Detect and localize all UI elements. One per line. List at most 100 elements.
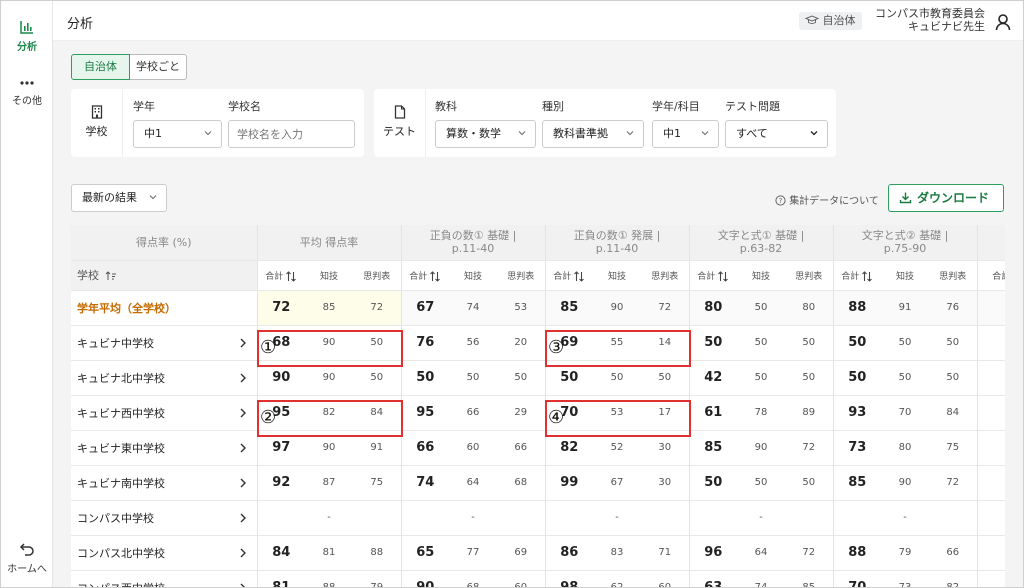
score-cell: - xyxy=(544,500,690,536)
total-score-cell: 50 xyxy=(832,360,882,396)
chevron-down-icon xyxy=(701,131,709,136)
results-table-container[interactable]: 得点率 (%) 平均 得点率 正負の数① 基礎 | p.11-40 正負の数① 発展 … xyxy=(71,225,1005,588)
chevron-right-icon xyxy=(240,548,246,557)
test-problem-select[interactable]: すべて xyxy=(725,120,828,148)
score-cell: 68 xyxy=(449,570,498,587)
grade-subject-select[interactable]: 中1 xyxy=(652,120,719,148)
score-cell: 91 xyxy=(881,290,930,326)
sub-header: 思判表 xyxy=(353,260,402,291)
type-select[interactable]: 教科書準拠 xyxy=(542,120,644,148)
table-row[interactable]: コンパス北中学校 84 81 88 65 77 69 86 83 71 96 64 72 88 79 66 xyxy=(71,535,1005,571)
score-cell: 56 xyxy=(449,325,498,361)
group-header-title: 文字 xyxy=(978,229,1005,242)
school-name-input[interactable] xyxy=(228,120,355,148)
sort-total-header[interactable]: 合計 xyxy=(976,260,1005,291)
score-cell: 50 xyxy=(881,325,930,361)
table-row[interactable]: 学年平均（全学校） 72 85 72 67 74 53 85 90 72 80 50 80 88 91 76 xyxy=(71,290,1005,326)
tab-per-school[interactable]: 学校ごと xyxy=(130,54,187,80)
grade-select[interactable]: 中1 xyxy=(133,120,222,148)
table-row[interactable]: キュビナ中学校 68 90 50 76 56 20 69 55 14 50 50 50 50 50 50 xyxy=(71,325,1005,361)
download-button[interactable]: ダウンロード xyxy=(888,184,1004,212)
annotation-1: ① xyxy=(260,337,277,358)
score-cell xyxy=(976,430,1005,466)
school-name-cell[interactable]: キュビナ東中学校 xyxy=(71,430,257,466)
score-cell: 77 xyxy=(449,535,498,571)
total-score-cell: 76 xyxy=(400,325,450,361)
tab-municipality[interactable]: 自治体 xyxy=(71,54,130,80)
user-icon[interactable] xyxy=(995,13,1011,31)
school-name: コンパス西中学校 xyxy=(77,581,165,588)
sort-asc-icon xyxy=(105,271,116,280)
sort-total-header[interactable]: 合計 xyxy=(832,260,882,291)
type-label: 種別 xyxy=(542,100,564,113)
chevron-right-icon xyxy=(240,373,246,382)
score-cell: 60 xyxy=(497,570,546,587)
school-name-cell[interactable]: コンパス北中学校 xyxy=(71,535,257,571)
sub-header-label: 合計 xyxy=(409,271,428,282)
school-name: 学年平均（全学校） xyxy=(77,301,176,315)
group-header-title: 正負の数① 基礎 | xyxy=(429,229,517,243)
sort-total-header[interactable]: 合計 xyxy=(256,260,305,291)
group-header-pages: p.11-40 xyxy=(451,242,495,256)
school-name: コンパス中学校 xyxy=(77,511,154,525)
total-score-cell: 82 xyxy=(544,430,594,466)
group-header: 文字と式② 基礎 | p.75-90 xyxy=(832,225,978,261)
score-cell xyxy=(976,570,1005,587)
subject-select[interactable]: 算数・数学 xyxy=(435,120,536,148)
sort-total-header[interactable]: 合計 xyxy=(544,260,594,291)
school-name-cell[interactable]: コンパス中学校 xyxy=(71,500,257,536)
table-row[interactable]: キュビナ東中学校 97 90 91 66 60 66 82 52 30 85 90 72 73 80 75 xyxy=(71,430,1005,466)
score-cell xyxy=(976,500,1005,536)
score-cell: 78 xyxy=(737,395,786,431)
sub-header-label: 知技 xyxy=(464,271,483,282)
sort-total-header[interactable]: 合計 xyxy=(400,260,450,291)
nav-other[interactable]: その他 xyxy=(1,77,53,107)
nav-analysis[interactable]: 分析 xyxy=(1,19,53,53)
school-name-cell[interactable]: キュビナ中学校 xyxy=(71,325,257,361)
group-header: 文字p.75 xyxy=(976,225,1005,261)
score-cell: 64 xyxy=(449,465,498,501)
school-name: コンパス北中学校 xyxy=(77,546,165,560)
school-name-cell[interactable]: キュビナ西中学校 xyxy=(71,395,257,431)
score-cell: 90 xyxy=(737,430,786,466)
score-cell: 90 xyxy=(881,465,930,501)
total-score-cell: 85 xyxy=(832,465,882,501)
results-select[interactable]: 最新の結果 xyxy=(71,184,167,212)
table-row[interactable]: キュビナ北中学校 90 90 50 50 50 50 50 50 50 42 50 50 50 50 50 xyxy=(71,360,1005,396)
org-name: コンパス市教育委員会 xyxy=(875,7,985,20)
school-name-cell[interactable]: コンパス西中学校 xyxy=(71,570,257,588)
school-name-cell[interactable]: キュビナ北中学校 xyxy=(71,360,257,396)
sub-header-label: 合計 xyxy=(992,271,1005,282)
sub-header-label: 思判表 xyxy=(507,271,535,282)
rate-header: 得点率 (%) xyxy=(71,225,257,261)
sort-total-header[interactable]: 合計 xyxy=(688,260,738,291)
school-header[interactable]: 学校 xyxy=(71,260,257,291)
table-row[interactable]: コンパス西中学校 81 88 79 90 68 60 98 62 60 63 74 85 70 73 82 xyxy=(71,570,1005,588)
chevron-right-icon xyxy=(240,583,245,587)
score-cell: 71 xyxy=(641,535,690,571)
sub-header-label: 知技 xyxy=(608,271,627,282)
chevron-down-icon xyxy=(810,131,818,136)
sub-header: 知技 xyxy=(449,260,498,291)
nav-home[interactable]: ホームへ xyxy=(1,541,53,575)
about-data-link[interactable]: ? 集計データについて xyxy=(775,192,879,207)
help-icon: ? xyxy=(775,195,786,206)
subject-label: 教科 xyxy=(435,100,457,113)
annotation-3: ③ xyxy=(548,337,565,358)
score-cell: 50 xyxy=(785,360,834,396)
sub-header-label: 思判表 xyxy=(651,271,679,282)
score-cell: 90 xyxy=(305,325,353,361)
group-header-pages: p.75-90 xyxy=(883,242,927,256)
total-score-cell: 98 xyxy=(544,570,594,587)
sub-header: 思判表 xyxy=(929,260,978,291)
total-score-cell: 50 xyxy=(832,325,882,361)
table-row[interactable]: コンパス中学校 - - - - - xyxy=(71,500,1005,536)
table-row[interactable]: キュビナ西中学校 95 82 84 95 66 29 70 53 17 61 78 89 93 70 84 xyxy=(71,395,1005,431)
score-cell: - xyxy=(688,500,834,536)
chevron-right-icon xyxy=(240,443,246,452)
grade-select-value: 中1 xyxy=(144,127,162,140)
back-arrow-icon xyxy=(19,543,34,556)
school-name-cell[interactable]: キュビナ南中学校 xyxy=(71,465,257,501)
table-row[interactable]: キュビナ南中学校 92 87 75 74 64 68 99 67 30 50 50 50 85 90 72 xyxy=(71,465,1005,501)
total-score-cell: 61 xyxy=(688,395,738,431)
